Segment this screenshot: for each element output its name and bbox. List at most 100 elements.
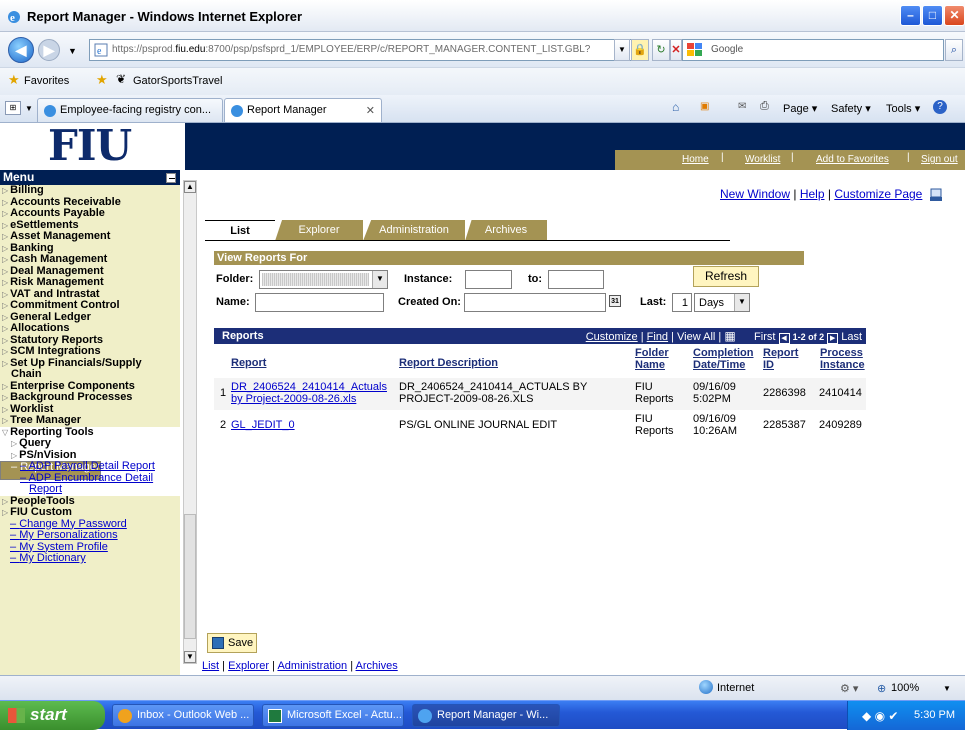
- name-input[interactable]: [255, 293, 384, 312]
- window-title: Report Manager - Windows Internet Explor…: [27, 9, 303, 24]
- tab-divider: [205, 240, 730, 241]
- tab-registry[interactable]: Employee-facing registry con...: [37, 98, 223, 122]
- administration-link[interactable]: Administration: [277, 660, 347, 672]
- find-link[interactable]: Find: [647, 331, 668, 343]
- menu-scrollbar[interactable]: ▲ ▼: [183, 180, 197, 664]
- page-links: New Window | Help | Customize Page: [720, 187, 943, 202]
- zoom-dropdown-icon[interactable]: ▼: [943, 684, 951, 693]
- tab-list[interactable]: List: [205, 220, 275, 241]
- back-button[interactable]: ◀: [8, 37, 34, 63]
- http-icon[interactable]: [929, 188, 943, 202]
- col-process-instance[interactable]: Process Instance: [820, 347, 868, 371]
- calendar-icon[interactable]: 31: [609, 295, 621, 307]
- explorer-link[interactable]: Explorer: [228, 660, 269, 672]
- protected-mode-icon[interactable]: ⚙ ▾: [840, 682, 858, 695]
- instance-to-input[interactable]: [548, 270, 604, 289]
- scroll-down-icon[interactable]: ▼: [184, 651, 196, 663]
- tray-icons[interactable]: ◆ ◉ ✔: [862, 709, 898, 723]
- report-id: 2286398: [763, 387, 806, 399]
- history-dropdown-icon[interactable]: ▼: [68, 46, 77, 56]
- print-icon[interactable]: ⎙: [760, 100, 769, 113]
- fav-link-gatorsports[interactable]: GatorSportsTravel: [133, 75, 222, 87]
- worklist-link[interactable]: Worklist: [745, 154, 780, 165]
- created-on-input[interactable]: [464, 293, 606, 312]
- maximize-button[interactable]: □: [922, 5, 943, 26]
- page-menu[interactable]: Page ▾: [783, 102, 817, 115]
- tab-explorer[interactable]: Explorer: [275, 220, 363, 241]
- folder-name: FIU Reports: [635, 413, 674, 437]
- scroll-thumb[interactable]: [184, 514, 196, 639]
- row-number: 1: [220, 387, 227, 399]
- col-completion[interactable]: Completion Date/Time: [693, 347, 759, 371]
- mail-icon[interactable]: ✉: [738, 101, 746, 112]
- url-dropdown-button[interactable]: ▼: [614, 39, 630, 61]
- col-report-id[interactable]: Report ID: [763, 347, 803, 371]
- search-field[interactable]: Google: [682, 39, 944, 61]
- zoom-level[interactable]: 100%: [891, 682, 919, 694]
- task-excel[interactable]: Microsoft Excel - Actu...: [262, 704, 404, 727]
- app-header: FIU Home | Worklist | Add to Favorites |…: [0, 123, 965, 170]
- refresh-button[interactable]: Refresh: [693, 266, 759, 287]
- tools-menu[interactable]: Tools ▾: [886, 102, 920, 115]
- chevron-down-icon[interactable]: ▼: [372, 271, 387, 288]
- menu-item-adp-encumbrance-detail[interactable]: – ADP Encumbrance Detail: [0, 472, 180, 485]
- quick-tabs-icon[interactable]: ⊞: [5, 101, 21, 115]
- tab-list-icon[interactable]: ▼: [25, 104, 33, 113]
- add-favorite-icon[interactable]: ★: [96, 72, 108, 88]
- home-link[interactable]: Home: [682, 154, 709, 165]
- collapsed-arrow-icon: ▷: [2, 335, 9, 345]
- add-to-favorites-link[interactable]: Add to Favorites: [816, 154, 889, 165]
- minimize-menu-icon[interactable]: [166, 173, 176, 183]
- report-link[interactable]: DR_2406524_2410414_Actuals by Project-20…: [231, 381, 396, 405]
- list-link[interactable]: List: [202, 660, 219, 672]
- archives-link[interactable]: Archives: [356, 660, 398, 672]
- instance-from-input[interactable]: [465, 270, 512, 289]
- new-window-link[interactable]: New Window: [720, 187, 790, 201]
- collapsed-arrow-icon: ▷: [2, 278, 9, 287]
- chevron-down-icon[interactable]: ▼: [734, 294, 749, 311]
- grid-download-icon[interactable]: ▦: [724, 329, 735, 343]
- close-tab-icon[interactable]: ✕: [366, 104, 375, 117]
- task-report-manager[interactable]: Report Manager - Wi...: [412, 704, 560, 727]
- scroll-up-icon[interactable]: ▲: [184, 181, 196, 193]
- forward-button[interactable]: ▶: [38, 39, 60, 61]
- completion-date: 09/16/09 5:02PM: [693, 381, 736, 405]
- tab-archives[interactable]: Archives: [465, 220, 547, 241]
- save-button[interactable]: Save: [207, 633, 257, 653]
- home-icon[interactable]: ⌂: [672, 100, 679, 114]
- sign-out-link[interactable]: Sign out: [921, 154, 958, 165]
- feeds-icon[interactable]: ▣: [700, 101, 709, 112]
- col-description[interactable]: Report Description: [399, 357, 498, 369]
- refresh-page-button[interactable]: ↻: [652, 39, 670, 61]
- tab-administration[interactable]: Administration: [363, 220, 465, 241]
- address-field[interactable]: e https://psprod.fiu.edu:8700/psp/psfspr…: [89, 39, 649, 61]
- folder-select[interactable]: ▼: [259, 270, 388, 289]
- col-report[interactable]: Report: [231, 357, 266, 369]
- col-folder-name[interactable]: Folder Name: [635, 347, 675, 371]
- menu-item-my-dictionary[interactable]: – My Dictionary: [0, 552, 180, 565]
- view-all-link[interactable]: View All: [677, 331, 715, 343]
- start-button[interactable]: start: [0, 701, 105, 730]
- menu-items: ▷ Billing ▷ Accounts Receivable ▷ Accounts Pa…: [0, 184, 180, 565]
- help-icon[interactable]: ?: [933, 100, 947, 114]
- favorites-button[interactable]: Favorites: [24, 75, 69, 87]
- stop-button[interactable]: ✕: [670, 39, 682, 61]
- customize-link[interactable]: Customize: [586, 331, 638, 343]
- next-icon[interactable]: ▶: [827, 333, 839, 344]
- lock-icon[interactable]: 🔒: [631, 39, 649, 61]
- last-value-input[interactable]: 1: [672, 293, 692, 312]
- task-outlook[interactable]: Inbox - Outlook Web ...: [112, 704, 254, 727]
- report-link[interactable]: GL_JEDIT_0: [231, 419, 295, 431]
- minimize-button[interactable]: –: [900, 5, 921, 26]
- fiu-logo: FIU: [0, 123, 185, 170]
- customize-page-link[interactable]: Customize Page: [834, 187, 922, 201]
- collapsed-arrow-icon: ▷: [2, 232, 9, 241]
- collapsed-arrow-icon: ▷: [2, 381, 9, 391]
- tab-report-manager[interactable]: Report Manager ✕: [224, 98, 382, 122]
- help-link[interactable]: Help: [800, 187, 825, 201]
- last-unit-select[interactable]: Days ▼: [694, 293, 750, 312]
- safety-menu[interactable]: Safety ▾: [831, 102, 871, 115]
- prev-icon[interactable]: ◀: [778, 333, 790, 344]
- close-window-button[interactable]: ✕: [944, 5, 965, 26]
- search-button[interactable]: ⌕: [945, 39, 963, 61]
